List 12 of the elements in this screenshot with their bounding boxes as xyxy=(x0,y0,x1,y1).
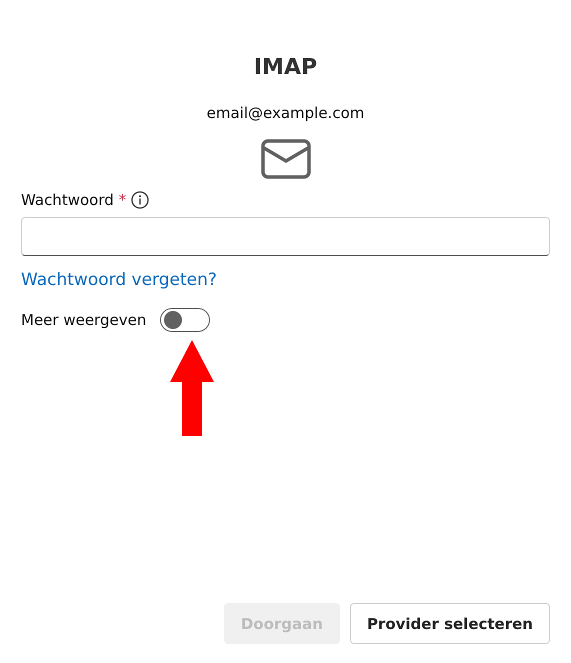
required-mark: * xyxy=(118,191,126,209)
envelope-icon xyxy=(260,139,310,179)
info-icon[interactable] xyxy=(131,191,150,209)
toggle-switch[interactable] xyxy=(160,308,210,332)
up-arrow-icon xyxy=(170,340,214,436)
field-label: Wachtwoord xyxy=(21,191,114,209)
password-field[interactable] xyxy=(21,217,550,256)
forgot-password-link[interactable]: Wachtwoord vergeten? xyxy=(21,268,217,292)
select-provider-button[interactable]: Provider selecteren xyxy=(350,603,550,644)
toggle-label: Meer weergeven xyxy=(21,311,146,329)
email-address: email@example.com xyxy=(206,103,364,123)
dialog-title: IMAP xyxy=(254,54,318,82)
